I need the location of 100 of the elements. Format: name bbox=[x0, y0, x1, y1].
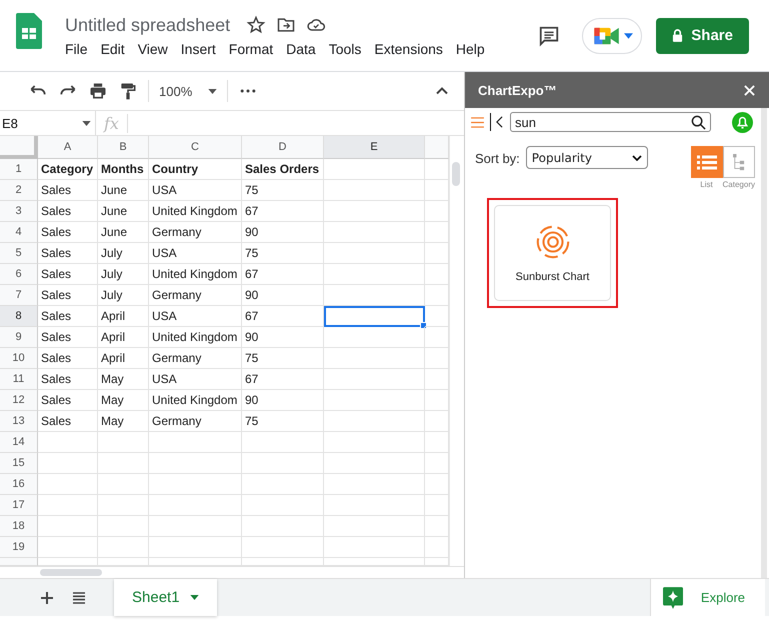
table-cell: Germany bbox=[149, 348, 242, 369]
menu-item[interactable]: Insert bbox=[180, 40, 216, 56]
comment-icon[interactable] bbox=[538, 24, 560, 46]
table-cell: Category bbox=[38, 159, 98, 180]
row-header[interactable]: 6 bbox=[0, 264, 38, 285]
all-sheets-icon[interactable] bbox=[72, 590, 86, 604]
row-header[interactable]: 10 bbox=[0, 348, 38, 369]
row-header[interactable]: 17 bbox=[0, 495, 38, 516]
table-cell: 67 bbox=[242, 369, 324, 390]
list-view-button[interactable] bbox=[690, 146, 723, 178]
table-cell: Sales bbox=[38, 390, 98, 411]
sort-dropdown[interactable]: Popularity bbox=[526, 146, 648, 169]
add-sheet-icon[interactable] bbox=[40, 590, 54, 604]
row-header[interactable]: 3 bbox=[0, 201, 38, 222]
row-header[interactable]: 4 bbox=[0, 222, 38, 243]
table-cell: Sales bbox=[38, 285, 98, 306]
table-cell: 90 bbox=[242, 390, 324, 411]
menu-icon[interactable] bbox=[471, 116, 484, 128]
video-camera-icon bbox=[594, 26, 620, 46]
print-icon[interactable] bbox=[88, 81, 108, 101]
table-cell: June bbox=[98, 201, 149, 222]
menu-item[interactable]: Tools bbox=[328, 40, 362, 56]
empty-cell bbox=[98, 453, 149, 474]
table-cell: Sales bbox=[38, 180, 98, 201]
star-icon[interactable] bbox=[246, 15, 266, 35]
bell-icon[interactable] bbox=[732, 112, 753, 132]
column-header[interactable]: B bbox=[98, 136, 149, 159]
row-header[interactable]: 11 bbox=[0, 369, 38, 390]
column-header[interactable]: E bbox=[324, 136, 425, 159]
row-header[interactable]: 9 bbox=[0, 327, 38, 348]
table-cell: April bbox=[98, 327, 149, 348]
table-cell: April bbox=[98, 348, 149, 369]
table-cell: June bbox=[98, 180, 149, 201]
table-cell: United Kingdom bbox=[149, 390, 242, 411]
search-field[interactable]: sun bbox=[510, 112, 711, 132]
sheet-tab[interactable]: Sheet1 bbox=[114, 579, 217, 616]
row-header[interactable]: 19 bbox=[0, 537, 38, 558]
row-header[interactable]: 18 bbox=[0, 516, 38, 537]
table-cell: 90 bbox=[242, 327, 324, 348]
caret-icon bbox=[82, 120, 91, 126]
row-header[interactable]: 8 bbox=[0, 306, 38, 327]
empty-cell bbox=[98, 474, 149, 495]
table-cell: 75 bbox=[242, 243, 324, 264]
column-header[interactable]: C bbox=[149, 136, 242, 159]
table-cell: May bbox=[98, 369, 149, 390]
table-cell: USA bbox=[149, 180, 242, 201]
caret-icon bbox=[208, 88, 218, 94]
menu-item[interactable]: Data bbox=[286, 40, 316, 56]
column-header[interactable]: A bbox=[38, 136, 98, 159]
row-header[interactable]: 7 bbox=[0, 285, 38, 306]
table-cell: United Kingdom bbox=[149, 327, 242, 348]
table-cell: April bbox=[98, 306, 149, 327]
table-cell: Germany bbox=[149, 222, 242, 243]
caret-icon bbox=[624, 32, 634, 38]
row-header[interactable]: 16 bbox=[0, 474, 38, 495]
table-cell: Sales Orders bbox=[242, 159, 324, 180]
table-cell: Sales bbox=[38, 369, 98, 390]
table-cell: Country bbox=[149, 159, 242, 180]
explore-button[interactable]: Explore bbox=[650, 579, 765, 616]
menu-item[interactable]: File bbox=[65, 40, 88, 56]
menu-item[interactable]: Extensions bbox=[374, 40, 443, 56]
back-icon[interactable] bbox=[496, 116, 503, 128]
view-label: List bbox=[700, 180, 713, 189]
chart-type-card[interactable]: Sunburst Chart bbox=[494, 205, 611, 301]
menu-item[interactable]: Format bbox=[228, 40, 274, 56]
row-header[interactable]: 1 bbox=[0, 159, 38, 180]
table-cell: United Kingdom bbox=[149, 201, 242, 222]
row-header[interactable]: 13 bbox=[0, 411, 38, 432]
selected-cell[interactable] bbox=[324, 306, 425, 327]
zoom-dropdown[interactable]: 100% bbox=[159, 84, 218, 98]
table-cell: Sales bbox=[38, 264, 98, 285]
search-icon[interactable] bbox=[691, 114, 706, 130]
row-header[interactable]: 2 bbox=[0, 180, 38, 201]
list-icon bbox=[696, 154, 717, 170]
document-title[interactable]: Untitled spreadsheet bbox=[65, 14, 230, 36]
menu-item[interactable]: View bbox=[138, 40, 168, 56]
column-header[interactable]: D bbox=[242, 136, 324, 159]
video-call-button[interactable] bbox=[582, 18, 642, 54]
row-header[interactable]: 5 bbox=[0, 243, 38, 264]
table-cell: Months bbox=[98, 159, 149, 180]
empty-cell bbox=[98, 516, 149, 537]
row-header[interactable]: 12 bbox=[0, 390, 38, 411]
row-header[interactable]: 15 bbox=[0, 453, 38, 474]
table-cell: May bbox=[98, 390, 149, 411]
sheets-logo-icon[interactable] bbox=[16, 12, 42, 48]
share-button[interactable]: Share bbox=[656, 18, 749, 54]
name-box[interactable]: E8 bbox=[0, 111, 96, 135]
lock-icon bbox=[672, 29, 684, 42]
close-icon[interactable] bbox=[744, 84, 755, 96]
row-header[interactable]: 14 bbox=[0, 432, 38, 453]
table-cell: United Kingdom bbox=[149, 264, 242, 285]
table-cell: Sales bbox=[38, 222, 98, 243]
table-cell: 75 bbox=[242, 180, 324, 201]
table-cell: USA bbox=[149, 369, 242, 390]
table-cell: Sales bbox=[38, 201, 98, 222]
menu-item[interactable]: Help bbox=[456, 40, 485, 56]
table-cell: Sales bbox=[38, 348, 98, 369]
table-cell: USA bbox=[149, 243, 242, 264]
caret-icon bbox=[190, 595, 199, 600]
menu-item[interactable]: Edit bbox=[100, 40, 125, 56]
